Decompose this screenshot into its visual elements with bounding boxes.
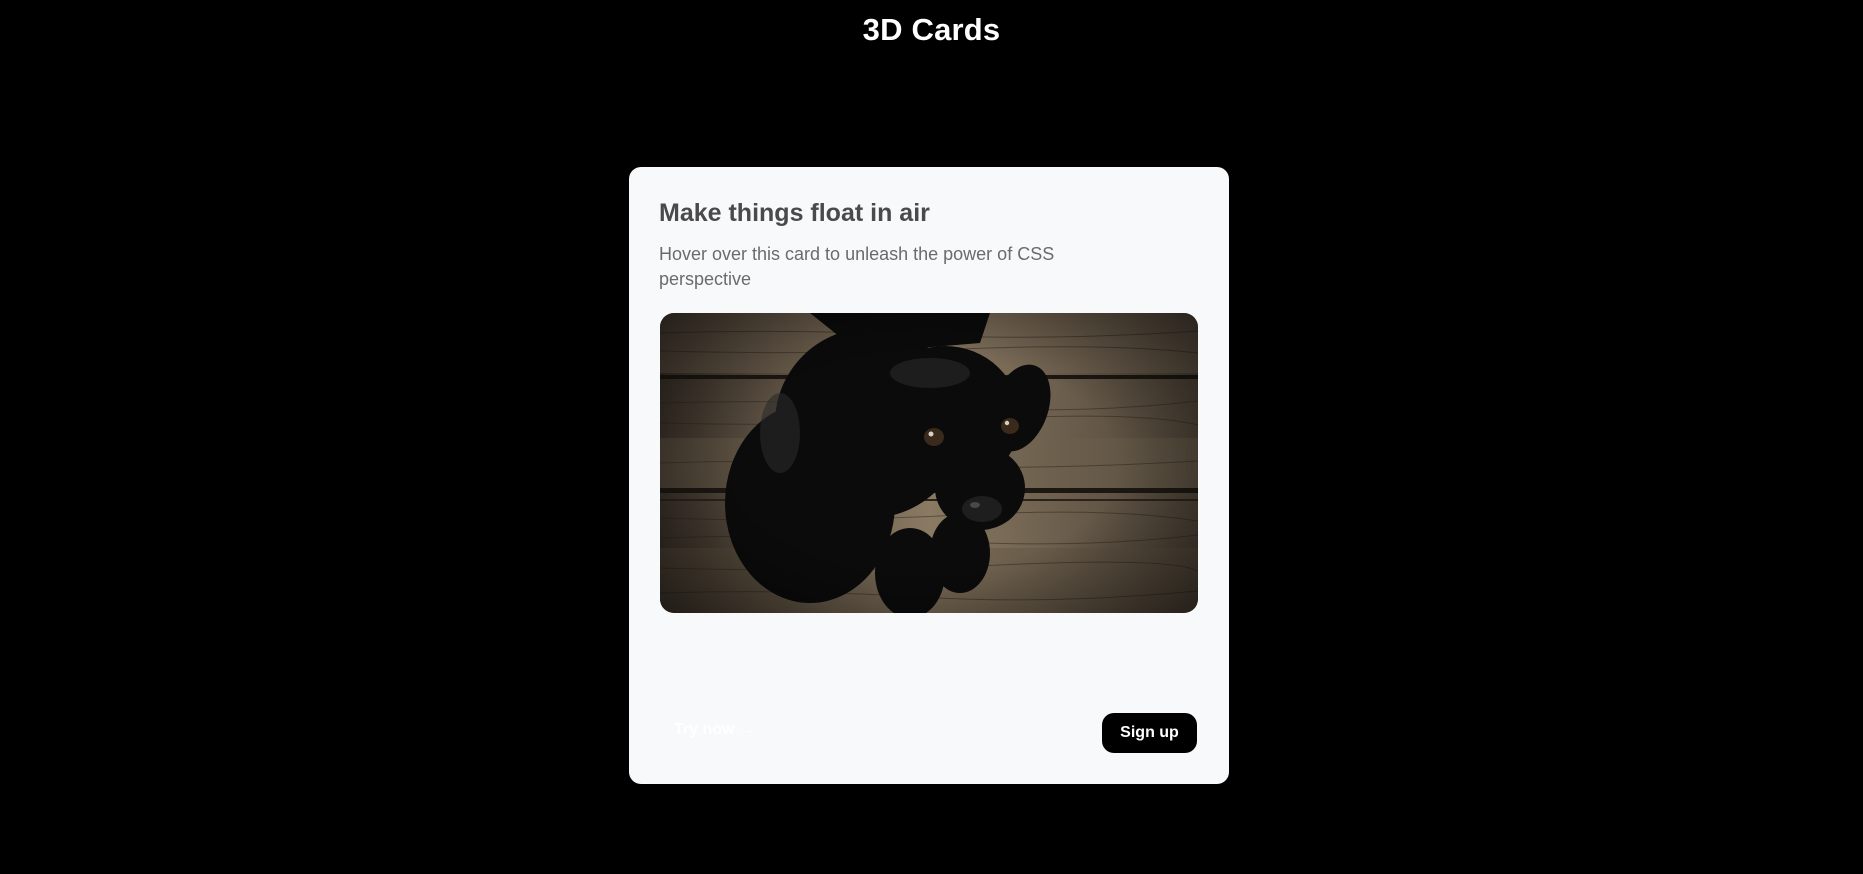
sign-up-button[interactable]: Sign up [1102,713,1197,753]
puppy-image [660,313,1198,613]
card-description: Hover over this card to unleash the powe… [659,244,1055,289]
3d-card[interactable]: Make things float in air Hover over this… [629,167,1229,784]
card-heading: Make things float in air [659,199,930,227]
try-now-link[interactable]: Try now → [674,721,755,739]
page-title: 3D Cards [862,12,1001,47]
card-image [660,313,1198,613]
page: 3D Cards Make things float in air Hover … [0,0,1863,874]
